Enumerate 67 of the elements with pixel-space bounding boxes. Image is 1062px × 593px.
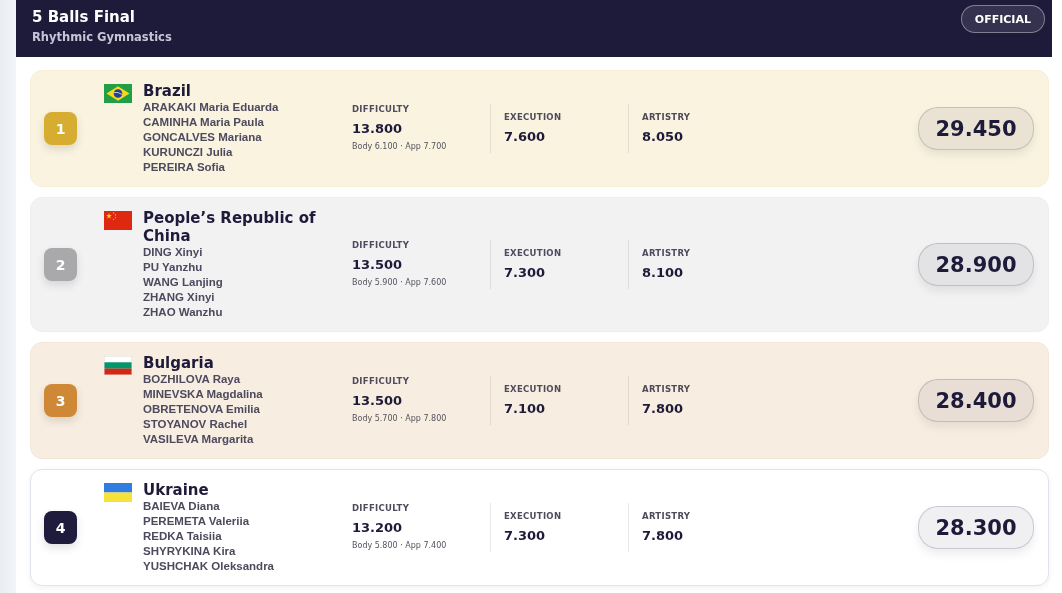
difficulty-breakdown: Body 5.900 · App 7.600 bbox=[352, 277, 447, 289]
score-label: DIFFICULTY bbox=[352, 376, 410, 387]
score-label: EXECUTION bbox=[504, 383, 562, 395]
score-label: DIFFICULTY bbox=[352, 503, 410, 514]
score-value: 7.300 bbox=[504, 526, 546, 545]
status-badge: OFFICIAL bbox=[960, 5, 1045, 33]
score-value: 7.800 bbox=[642, 526, 684, 545]
score-value: 7.600 bbox=[504, 127, 546, 146]
score-label: EXECUTION bbox=[504, 510, 562, 522]
score-label: EXECUTION bbox=[504, 247, 562, 259]
athlete-name: VASILEVA Margarita bbox=[143, 432, 254, 447]
ukraine-flag-icon bbox=[104, 483, 132, 502]
score-label: DIFFICULTY bbox=[352, 240, 410, 251]
difficulty-breakdown: Body 5.700 · App 7.800 bbox=[352, 413, 447, 425]
athlete-name: ZHANG Xinyi bbox=[143, 290, 215, 305]
difficulty-breakdown: Body 6.100 · App 7.700 bbox=[352, 141, 447, 153]
athlete-name: STOYANOV Rachel bbox=[143, 417, 248, 432]
country-name: Bulgaria bbox=[143, 354, 214, 372]
athlete-name: PEREMETA Valeriia bbox=[143, 514, 250, 529]
rank-badge: 3 bbox=[44, 384, 77, 417]
athlete-name: CAMINHA Maria Paula bbox=[143, 115, 264, 130]
score-label: ARTISTRY bbox=[642, 510, 691, 522]
score-value: 7.100 bbox=[504, 399, 546, 418]
score-value: 7.300 bbox=[504, 263, 546, 282]
total-score: 29.450 bbox=[918, 107, 1034, 150]
athlete-name: BAIEVA Diana bbox=[143, 499, 220, 514]
score-value: 13.200 bbox=[352, 519, 403, 537]
athlete-name: PEREIRA Sofia bbox=[143, 160, 225, 175]
country-name: Brazil bbox=[143, 82, 191, 100]
score-value: 13.500 bbox=[352, 392, 403, 410]
athlete-name: ZHAO Wanzhu bbox=[143, 305, 223, 320]
brazil-flag-icon bbox=[104, 84, 132, 103]
athlete-name: MINEVSKA Magdalina bbox=[143, 387, 263, 402]
athlete-name: BOZHILOVA Raya bbox=[143, 372, 241, 387]
athlete-name: GONCALVES Mariana bbox=[143, 130, 262, 145]
total-score: 28.900 bbox=[918, 243, 1034, 286]
score-value: 13.800 bbox=[352, 120, 403, 138]
country-name: People’s Republic of China bbox=[143, 209, 317, 245]
score-value: 7.800 bbox=[642, 399, 684, 418]
athlete-name: ARAKAKI Maria Eduarda bbox=[143, 100, 279, 115]
score-value: 13.500 bbox=[352, 256, 403, 274]
athlete-name: OBRETENOVA Emilia bbox=[143, 402, 260, 417]
difficulty-breakdown: Body 5.800 · App 7.400 bbox=[352, 540, 447, 552]
rank-badge: 4 bbox=[44, 511, 77, 544]
athlete-name: KURUNCZI Julia bbox=[143, 145, 233, 160]
athlete-name: YUSHCHAK Oleksandra bbox=[143, 559, 274, 574]
rank-badge: 1 bbox=[44, 112, 77, 145]
score-value: 8.100 bbox=[642, 263, 684, 282]
athlete-name: REDKA Taisiia bbox=[143, 529, 222, 544]
country-name: Ukraine bbox=[143, 481, 209, 499]
score-label: ARTISTRY bbox=[642, 383, 691, 395]
score-label: ARTISTRY bbox=[642, 111, 691, 123]
score-value: 8.050 bbox=[642, 127, 684, 146]
athlete-name: WANG Lanjing bbox=[143, 275, 223, 290]
athlete-name: DING Xinyi bbox=[143, 245, 203, 260]
score-label: EXECUTION bbox=[504, 111, 562, 123]
score-label: ARTISTRY bbox=[642, 247, 691, 259]
score-label: DIFFICULTY bbox=[352, 104, 410, 115]
athlete-name: SHYRYKINA Kira bbox=[143, 544, 236, 559]
total-score: 28.400 bbox=[918, 379, 1034, 422]
athlete-name: PU Yanzhu bbox=[143, 260, 203, 275]
discipline-subtitle: Rhythmic Gymnastics bbox=[32, 29, 172, 45]
total-score: 28.300 bbox=[918, 506, 1034, 549]
event-title: 5 Balls Final bbox=[32, 7, 135, 27]
rank-badge: 2 bbox=[44, 248, 77, 281]
china-flag-icon bbox=[104, 211, 132, 230]
bulgaria-flag-icon bbox=[104, 356, 132, 375]
